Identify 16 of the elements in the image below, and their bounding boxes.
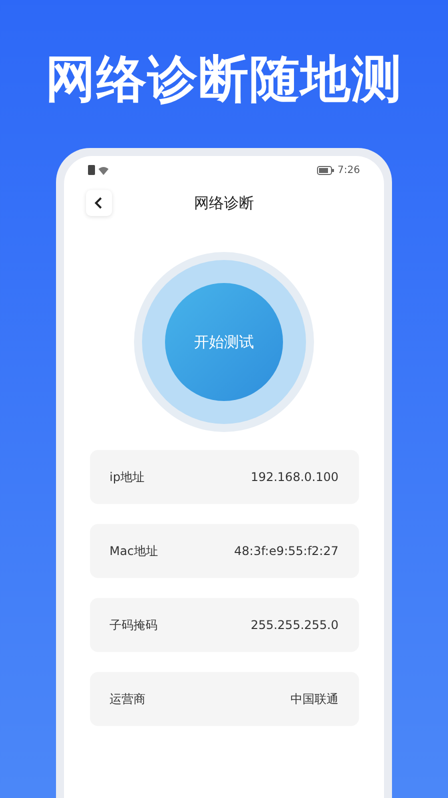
info-label: ip地址 [110, 468, 144, 486]
page-title: 网络诊断 [193, 194, 255, 212]
info-label: 运营商 [110, 690, 146, 708]
wifi-icon [98, 166, 109, 174]
battery-icon [316, 166, 334, 174]
sim-icon [88, 165, 95, 175]
clock-time: 7:26 [338, 164, 360, 176]
headline: 网络诊断随地测 [46, 49, 402, 110]
info-label: 子码掩码 [110, 616, 158, 634]
start-test-button[interactable]: 开始测试 [165, 283, 283, 401]
info-value: 48:3f:e9:55:f2:27 [234, 544, 338, 558]
back-button[interactable] [86, 190, 112, 216]
info-value: 中国联通 [290, 690, 338, 708]
info-value: 192.168.0.100 [250, 470, 338, 484]
info-label: Mac地址 [110, 542, 158, 560]
info-value: 255.255.255.0 [250, 618, 338, 632]
